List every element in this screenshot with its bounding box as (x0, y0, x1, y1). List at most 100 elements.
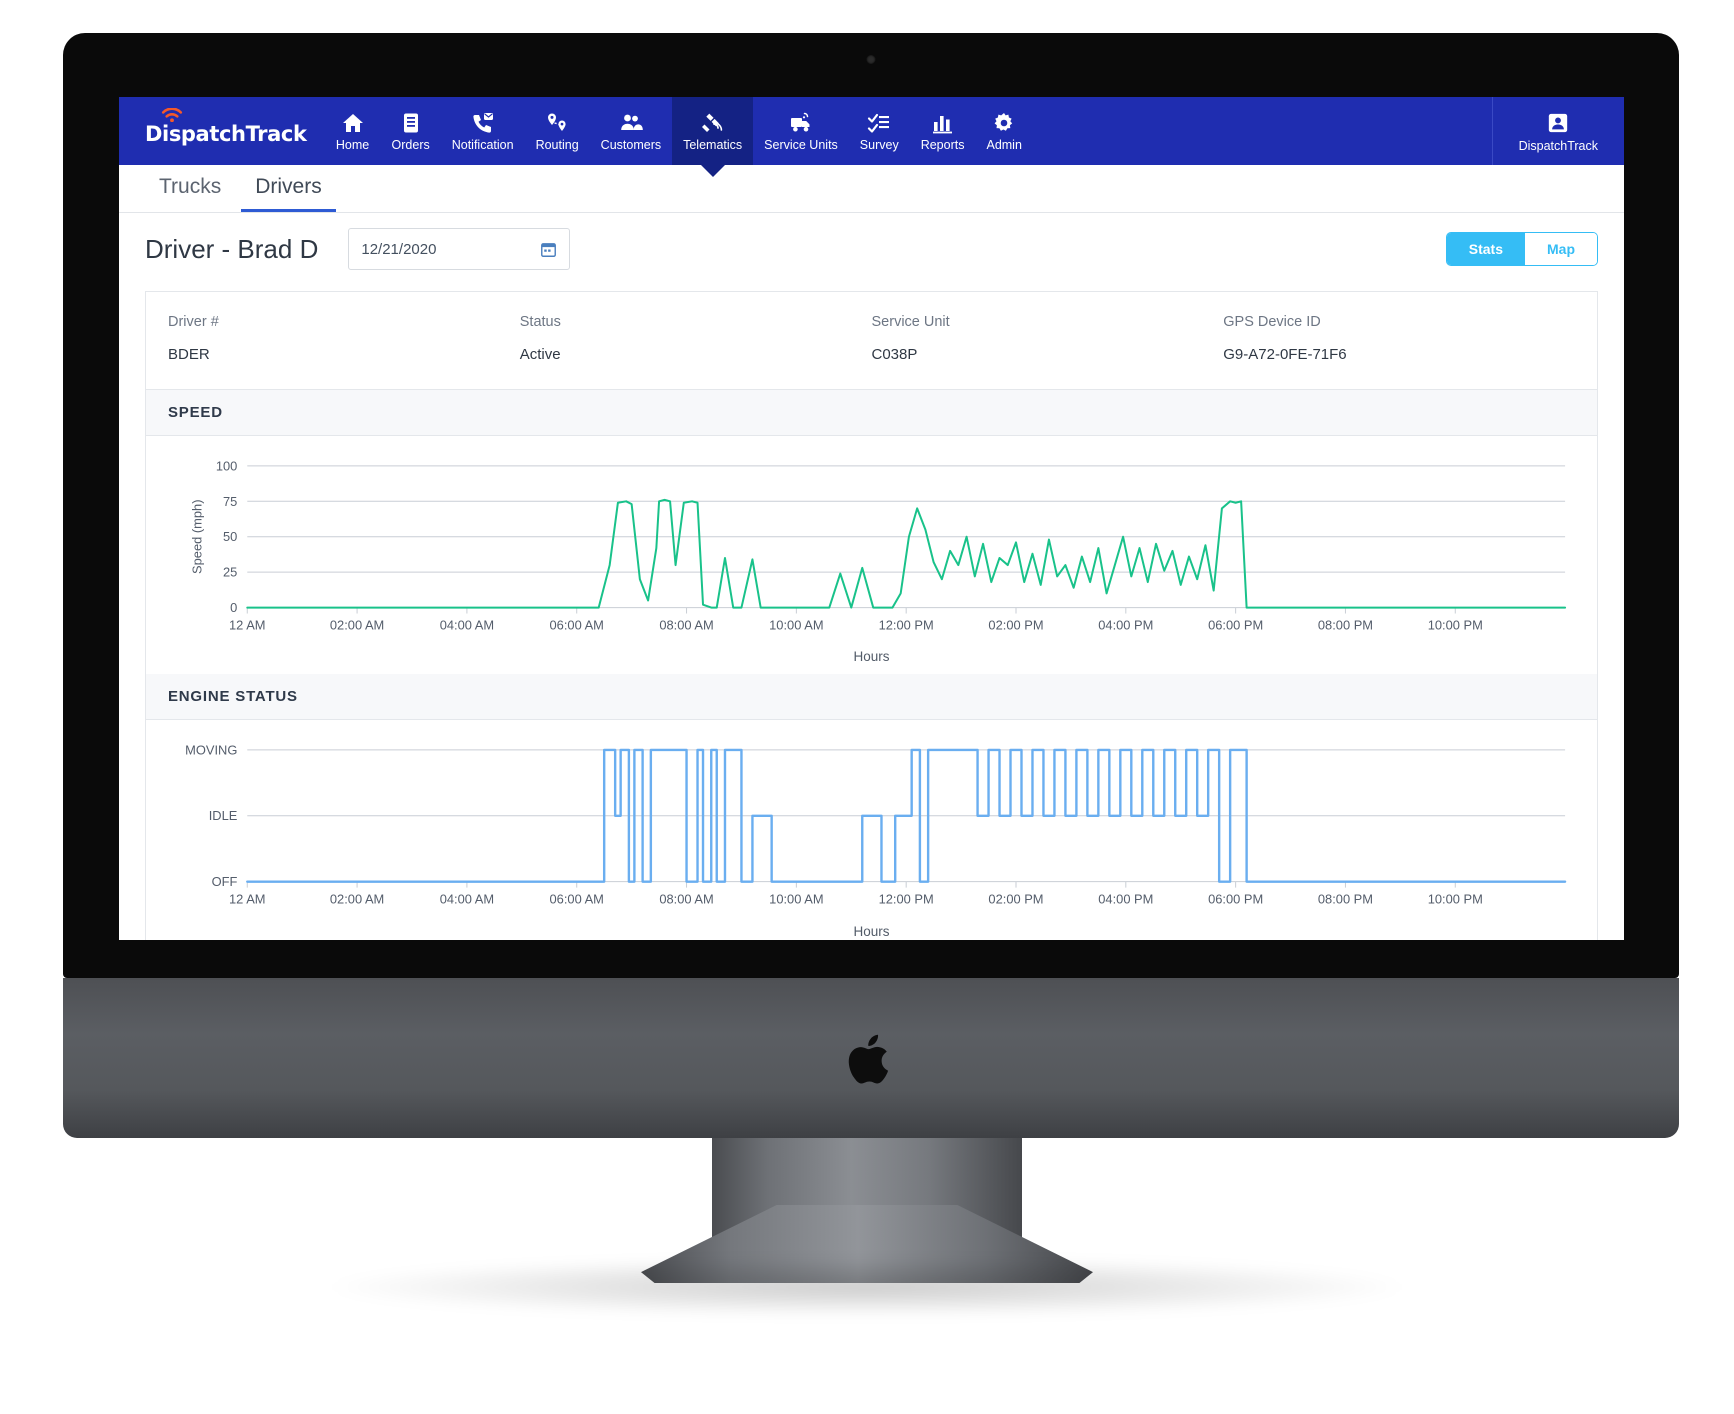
document-list-icon (403, 113, 418, 133)
engine-status-step-chart: OFF IDLE MOVING 12 AM 02:00 AM 04:00 AM 06:00 … (185, 743, 1575, 907)
page-title: Driver - Brad D (145, 233, 319, 264)
info-value: Active (519, 346, 561, 363)
apple-logo-icon (848, 1034, 889, 1084)
page-header-row: Driver - Brad D 12/21/2020 Stats Map (119, 213, 1624, 285)
nav-label-admin: Admin (986, 138, 1022, 153)
engine-chart-panel: OFF IDLE MOVING 12 AM 02:00 AM 04:00 AM 06:00 … (146, 720, 1597, 940)
y-axis-tick-label: 0 (230, 600, 237, 615)
screen-content: DispatchTrack Home Orders Notification R… (119, 97, 1624, 940)
bar-chart-icon (932, 116, 952, 134)
nav-label-orders: Orders (391, 138, 430, 153)
x-axis-tick-label: 08:00 AM (659, 892, 713, 907)
x-axis-tick-label: 06:00 AM (550, 617, 604, 632)
tab-drivers[interactable]: Drivers (241, 175, 336, 212)
info-col-service-unit: Service Unit C038P (872, 314, 1224, 363)
date-picker-field[interactable]: 12/21/2020 (348, 228, 571, 270)
x-axis-tick-label: 08:00 PM (1318, 617, 1373, 632)
x-axis-tick-label: 04:00 PM (1098, 892, 1153, 907)
account-name: DispatchTrack (1518, 138, 1598, 153)
x-axis-tick-label: 10:00 PM (1428, 892, 1483, 907)
nav-item-admin[interactable]: Admin (975, 97, 1032, 165)
x-axis-tick-label: 02:00 PM (988, 617, 1043, 632)
x-axis-tick-label: 04:00 AM (440, 617, 494, 632)
monitor-chin (63, 978, 1679, 1138)
info-col-status: Status Active (520, 314, 872, 363)
nav-item-reports[interactable]: Reports (910, 97, 976, 165)
x-axis-tick-label: 08:00 PM (1318, 892, 1373, 907)
y-axis-tick-label: 75 (223, 494, 237, 509)
nav-label-customers: Customers (600, 138, 662, 153)
webcam-icon (866, 55, 876, 64)
x-axis-tick-label: 12:00 PM (879, 617, 934, 632)
info-col-gps-device-id: GPS Device ID G9-A72-0FE-71F6 (1223, 314, 1575, 363)
imac-mockup: DispatchTrack Home Orders Notification R… (0, 0, 1734, 1414)
driver-detail-card: Driver # BDER Status Active Service Unit… (145, 291, 1598, 940)
date-value: 12/21/2020 (361, 240, 437, 258)
drop-shadow (332, 1258, 1402, 1316)
info-label: Driver # (168, 314, 219, 330)
x-axis-tick-label: 12 AM (229, 892, 266, 907)
x-axis-tick-label: 10:00 AM (769, 617, 823, 632)
nav-item-telematics[interactable]: Telematics (672, 97, 754, 165)
user-badge-icon (1549, 113, 1568, 132)
map-pins-icon (548, 113, 566, 132)
home-icon (342, 114, 363, 133)
nav-item-service-units[interactable]: Service Units (753, 97, 849, 165)
nav-item-notification[interactable]: Notification (441, 97, 525, 165)
wifi-signal-icon (161, 108, 183, 122)
account-menu[interactable]: DispatchTrack (1491, 97, 1624, 165)
y-axis-tick-label: MOVING (185, 743, 237, 758)
speed-chart-panel: 0 25 50 75 100 12 AM 02:00 AM 04:00 AM 06:00 AM 0… (146, 436, 1597, 675)
nav-label-reports: Reports (920, 138, 965, 153)
info-value: BDER (168, 346, 210, 363)
nav-item-customers[interactable]: Customers (590, 97, 672, 165)
info-value: C038P (871, 346, 918, 363)
section-header-speed: SPEED (146, 390, 1597, 436)
app-logo[interactable]: DispatchTrack (119, 97, 325, 165)
satellite-icon (701, 113, 722, 133)
x-axis-tick-label: 12 AM (229, 617, 266, 632)
x-axis-tick-label: 08:00 AM (659, 617, 713, 632)
engine-x-axis-title: Hours (853, 923, 890, 939)
toggle-map[interactable]: Map (1525, 233, 1597, 265)
truck-icon (790, 112, 810, 132)
nav-label-notification: Notification (451, 138, 514, 153)
y-axis-title: Speed (mph) (190, 500, 205, 574)
x-axis-tick-label: 06:00 PM (1208, 617, 1263, 632)
engine-chart-area: OFF IDLE MOVING 12 AM 02:00 AM 04:00 AM 06:00 … (168, 738, 1575, 921)
nav-label-home: Home (335, 138, 370, 153)
phone-message-icon (473, 113, 493, 133)
speed-line-chart: 0 25 50 75 100 12 AM 02:00 AM 04:00 AM 06:00 AM 0… (190, 458, 1575, 632)
info-label: Service Unit (871, 314, 950, 330)
y-axis-tick-label: 50 (223, 529, 237, 544)
x-axis-tick-label: 04:00 PM (1098, 617, 1153, 632)
info-col-driver-number: Driver # BDER (168, 314, 520, 363)
x-axis-tick-label: 10:00 AM (769, 892, 823, 907)
tab-trucks[interactable]: Trucks (145, 175, 235, 212)
nav-item-routing[interactable]: Routing (525, 97, 590, 165)
calendar-icon[interactable] (540, 241, 557, 258)
top-navigation-bar: DispatchTrack Home Orders Notification R… (119, 97, 1624, 165)
nav-item-home[interactable]: Home (325, 97, 381, 165)
x-axis-tick-label: 06:00 PM (1208, 892, 1263, 907)
section-header-engine-status: ENGINE STATUS (146, 674, 1597, 721)
y-axis-tick-label: 25 (223, 565, 237, 580)
info-label: GPS Device ID (1223, 314, 1321, 330)
speed-chart-area: 0 25 50 75 100 12 AM 02:00 AM 04:00 AM 06:00 AM 0… (168, 454, 1575, 647)
nav-item-orders[interactable]: Orders (381, 97, 441, 165)
x-axis-tick-label: 06:00 AM (550, 892, 604, 907)
nav-label-telematics: Telematics (683, 138, 743, 153)
view-toggle-group: Stats Map (1445, 232, 1598, 266)
x-axis-tick-label: 02:00 PM (988, 892, 1043, 907)
nav-label-routing: Routing (535, 138, 579, 153)
y-axis-tick-label: 100 (216, 458, 237, 473)
gear-icon (994, 113, 1013, 131)
x-axis-tick-label: 10:00 PM (1428, 617, 1483, 632)
toggle-stats[interactable]: Stats (1446, 233, 1525, 265)
x-axis-tick-label: 02:00 AM (330, 892, 384, 907)
x-axis-tick-label: 02:00 AM (330, 617, 384, 632)
info-value: G9-A72-0FE-71F6 (1223, 346, 1347, 363)
y-axis-tick-label: IDLE (209, 808, 238, 823)
x-axis-tick-label: 12:00 PM (879, 892, 934, 907)
nav-item-survey[interactable]: Survey (849, 97, 910, 165)
